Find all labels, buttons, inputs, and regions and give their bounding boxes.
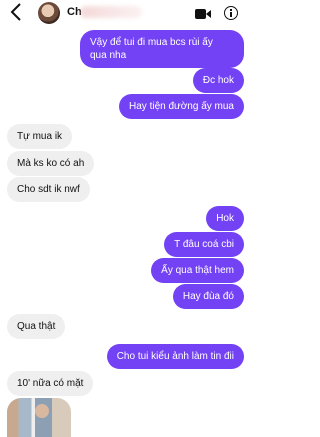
message-bubble-outgoing[interactable]: Hay đùa đó — [172, 284, 244, 309]
message-bubble-outgoing[interactable]: Ấy qua thật hem — [151, 258, 244, 283]
message-bubble-outgoing[interactable]: Cho tui kiểu ảnh làm tin đii — [106, 344, 244, 369]
back-chevron-icon[interactable] — [10, 3, 26, 21]
message-bubble-incoming[interactable]: Cho sdt ik nwf — [7, 177, 90, 202]
message-bubble-outgoing[interactable]: Đc hok — [192, 68, 244, 93]
avatar[interactable] — [38, 2, 60, 24]
chat-header: Ch — [0, 0, 250, 26]
message-bubble-outgoing[interactable]: Hay tiện đường ấy mua — [119, 94, 244, 119]
message-bubble-outgoing[interactable]: Hok — [206, 206, 244, 231]
contact-name[interactable]: Ch — [67, 6, 81, 18]
message-bubble-incoming[interactable]: Qua thật — [7, 314, 66, 339]
message-text: qua nha — [90, 50, 127, 61]
video-call-icon[interactable] — [195, 7, 211, 19]
message-bubble-incoming[interactable]: 10' nữa có mặt — [7, 371, 94, 396]
redacted-name — [80, 6, 142, 18]
info-icon[interactable] — [224, 6, 238, 20]
message-bubble-incoming[interactable]: Tự mua ik — [7, 124, 73, 149]
message-bubble-outgoing[interactable]: T đâu coá cbi — [164, 232, 244, 257]
message-text: Vậy để tui đi mua bcs rùi ấy — [90, 37, 213, 48]
message-bubble-incoming[interactable]: Mà ks ko có ah — [7, 151, 95, 176]
message-bubble-outgoing[interactable]: Vậy để tui đi mua bcs rùi ấy qua nha — [80, 30, 244, 68]
photo-message-thumbnail[interactable] — [7, 398, 71, 437]
